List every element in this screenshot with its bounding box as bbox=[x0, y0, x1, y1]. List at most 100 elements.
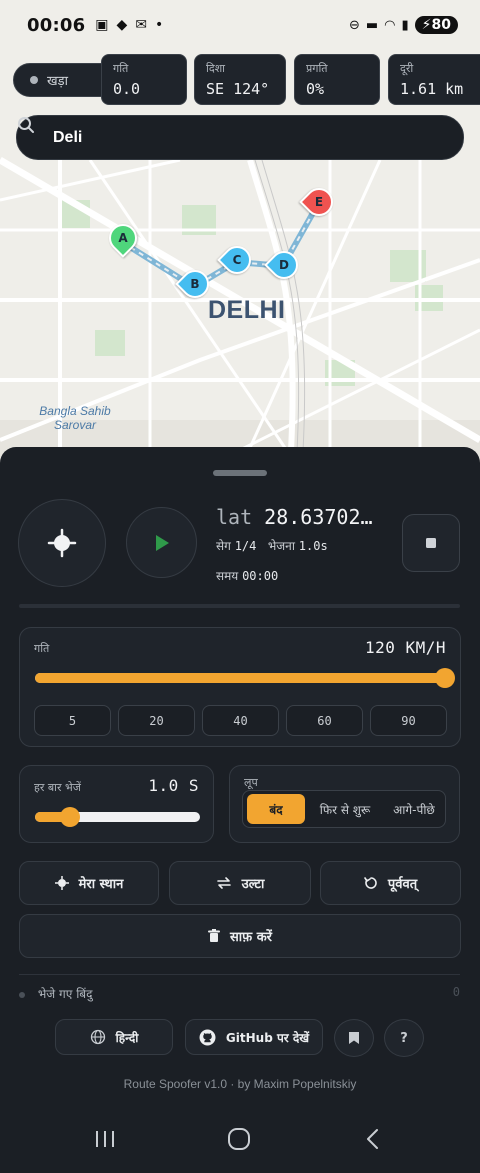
reverse-label: उल्टा bbox=[241, 877, 265, 892]
github-button[interactable]: GitHub पर देखें bbox=[185, 1019, 323, 1055]
loop-option-restart[interactable]: फिर से शुरू bbox=[311, 791, 379, 827]
route-marker-c[interactable]: C bbox=[217, 240, 257, 280]
language-label: हिन्दी bbox=[115, 1030, 139, 1045]
marker-letter: A bbox=[118, 231, 128, 245]
interval-slider-thumb[interactable] bbox=[59, 807, 80, 827]
status-time: 00:06 bbox=[27, 14, 86, 36]
marker-letter: E bbox=[314, 195, 324, 209]
github-label: GitHub पर देखें bbox=[225, 1030, 310, 1045]
help-button[interactable]: ? bbox=[384, 1019, 424, 1057]
segment-value: 1/4 bbox=[234, 539, 257, 553]
map-view[interactable]: DELHI Bangla Sahib Sarovar A B C D E 00:… bbox=[0, 0, 480, 470]
speed-value: 120 KM/H bbox=[364, 638, 446, 657]
state-dot-icon bbox=[30, 76, 38, 84]
speed-preset-button[interactable]: 90 bbox=[370, 705, 447, 736]
search-input[interactable] bbox=[53, 128, 413, 147]
play-icon bbox=[155, 534, 169, 551]
marker-letter: D bbox=[279, 258, 289, 272]
loop-option-pingpong[interactable]: आगे-पीछे bbox=[383, 791, 445, 827]
speed-preset-button[interactable]: 40 bbox=[202, 705, 279, 736]
gmail-icon: ✉ bbox=[135, 17, 148, 33]
stat-label: दूरी bbox=[400, 62, 414, 75]
back-icon bbox=[367, 1129, 378, 1149]
route-marker-d[interactable]: D bbox=[264, 245, 304, 285]
loop-mode-selector: बंद फिर से शुरू आगे-पीछे bbox=[242, 790, 446, 828]
reverse-button[interactable]: उल्टा bbox=[169, 861, 311, 905]
app-credit: Route Spoofer v1.0 · by Maxim Popelnitsk… bbox=[123, 1077, 357, 1091]
undo-label: पूर्ववत् bbox=[387, 877, 418, 892]
stat-label: प्रगति bbox=[306, 62, 328, 75]
stat-progress: प्रगति 0% bbox=[294, 54, 380, 105]
back-button[interactable] bbox=[348, 1119, 398, 1159]
park-area bbox=[95, 330, 125, 356]
my-location-button[interactable]: मेरा स्थान bbox=[19, 861, 159, 905]
language-button[interactable]: हिन्दी bbox=[55, 1019, 173, 1055]
notification-icon: ◆ bbox=[116, 17, 128, 33]
battery-icon: ⚡80 bbox=[414, 16, 458, 34]
control-sheet: lat 28.63702… सेग 1/4 भेजना 1.0s समय 00:… bbox=[0, 447, 480, 1173]
motion-state-label: खड़ा bbox=[47, 74, 68, 89]
speed-slider-fill bbox=[35, 673, 445, 683]
more-notifications-icon: • bbox=[155, 17, 164, 33]
stat-value: 0.0 bbox=[113, 80, 141, 98]
route-progress-bar bbox=[19, 604, 460, 608]
recent-apps-button[interactable] bbox=[80, 1119, 130, 1159]
interval-label: हर बार भेजें bbox=[34, 781, 81, 794]
speed-preset-button[interactable]: 20 bbox=[118, 705, 195, 736]
loop-option-off[interactable]: बंद bbox=[247, 794, 305, 824]
screenshot-icon: ▣ bbox=[95, 17, 109, 33]
sent-status-dot-icon bbox=[19, 991, 25, 998]
bookmark-button[interactable] bbox=[334, 1019, 374, 1057]
marker-letter: C bbox=[232, 253, 242, 267]
locate-button[interactable] bbox=[18, 499, 106, 587]
stop-button[interactable] bbox=[402, 514, 460, 572]
crosshair-icon bbox=[47, 528, 77, 558]
poi-label: Bangla Sahib Sarovar bbox=[30, 404, 120, 432]
repeat-icon bbox=[216, 877, 231, 889]
segment-label: सेग bbox=[216, 539, 231, 553]
play-button[interactable] bbox=[126, 507, 197, 578]
stop-icon bbox=[426, 538, 436, 548]
send-label: भेजना bbox=[267, 539, 295, 553]
sent-points-count: 0 bbox=[452, 985, 460, 999]
home-button[interactable] bbox=[214, 1119, 264, 1159]
speed-slider[interactable] bbox=[35, 668, 455, 688]
loop-label: लूप bbox=[244, 776, 258, 789]
status-bar: 00:06 ▣ ◆ ✉ • ⊖ ▬ ◠ ▮ ⚡80 bbox=[0, 0, 480, 50]
sleep-icon: ▬ bbox=[365, 17, 379, 33]
send-interval-panel: हर बार भेजें 1.0 S bbox=[19, 765, 214, 843]
speed-label: गति bbox=[34, 642, 50, 655]
recent-apps-icon bbox=[96, 1131, 114, 1147]
stat-speed: गति 0.0 bbox=[101, 54, 187, 105]
send-value: 1.0s bbox=[298, 539, 328, 553]
github-icon bbox=[199, 1029, 216, 1045]
poi-label-line: Bangla Sahib bbox=[39, 404, 111, 418]
wifi-icon: ◠ bbox=[384, 17, 396, 33]
battery-level: 80 bbox=[431, 17, 451, 33]
help-icon: ? bbox=[400, 1030, 408, 1046]
route-marker-b[interactable]: B bbox=[175, 264, 215, 304]
speed-slider-thumb[interactable] bbox=[435, 668, 455, 688]
route-marker-a[interactable]: A bbox=[103, 218, 143, 258]
speed-preset-button[interactable]: 60 bbox=[286, 705, 363, 736]
interval-slider[interactable] bbox=[35, 807, 200, 827]
coord-key: lat bbox=[216, 505, 253, 529]
stat-distance: दूरी 1.61 km bbox=[388, 54, 480, 105]
stat-value: 0% bbox=[306, 80, 325, 98]
search-bar[interactable] bbox=[16, 115, 464, 160]
interval-value: 1.0 S bbox=[148, 776, 199, 795]
dnd-icon: ⊖ bbox=[348, 17, 360, 33]
undo-button[interactable]: पूर्ववत् bbox=[320, 861, 461, 905]
sent-points-label: भेजे गए बिंदु bbox=[37, 987, 93, 1001]
sheet-drag-handle[interactable] bbox=[213, 470, 267, 476]
speed-preset-button[interactable]: 5 bbox=[34, 705, 111, 736]
clear-button[interactable]: साफ़ करें bbox=[19, 914, 461, 958]
undo-icon bbox=[364, 877, 377, 889]
location-target-icon bbox=[54, 876, 69, 890]
city-label: DELHI bbox=[208, 296, 286, 324]
signal-icon: ▮ bbox=[401, 17, 409, 33]
stat-label: गति bbox=[113, 62, 129, 75]
system-icons: ⊖ ▬ ◠ ▮ ⚡80 bbox=[349, 16, 458, 34]
time-value: 00:00 bbox=[242, 569, 279, 583]
route-marker-e[interactable]: E bbox=[299, 182, 339, 222]
